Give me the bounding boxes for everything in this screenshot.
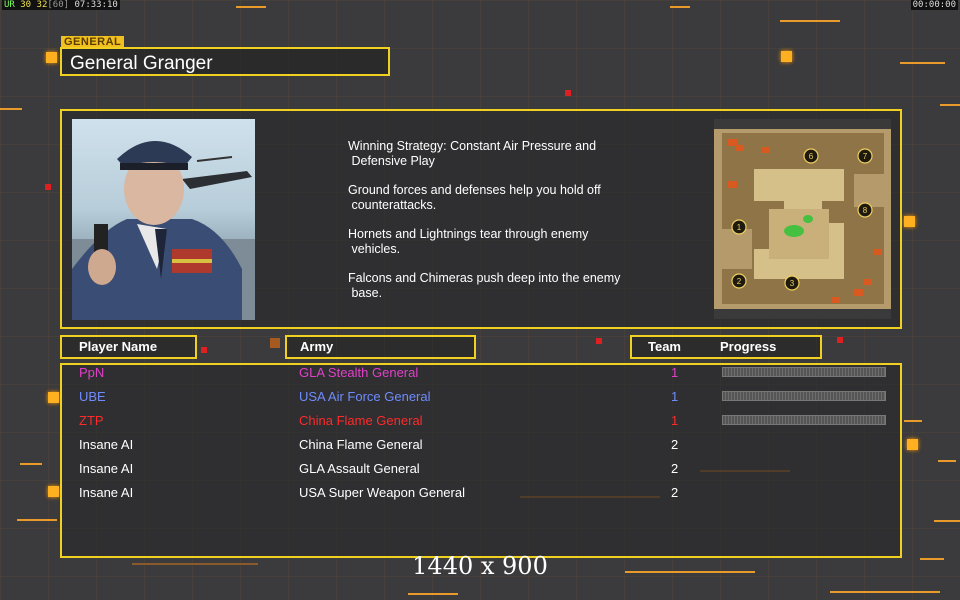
player-row: Insane AI GLA Assault General 2 <box>60 458 902 482</box>
column-header-team: Team <box>648 339 681 354</box>
deco-line <box>904 420 922 422</box>
column-header-team-progress: Team Progress <box>630 335 822 359</box>
player-army: USA Air Force General <box>299 389 431 404</box>
deco-square <box>201 347 207 353</box>
deco-square <box>270 338 280 348</box>
strategy-text: Winning Strategy: Constant Air Pressure … <box>348 139 638 315</box>
deco-line <box>17 519 57 521</box>
player-team: 2 <box>671 485 679 500</box>
start-slot-1: 1 <box>737 223 742 232</box>
loading-progress-bar <box>722 391 886 401</box>
deco-line <box>20 463 42 465</box>
deco-square <box>596 338 602 344</box>
deco-square <box>781 51 792 62</box>
player-name: Insane AI <box>79 485 134 500</box>
deco-line <box>940 104 960 106</box>
deco-square <box>48 392 59 403</box>
deco-line <box>408 593 458 595</box>
deco-line <box>934 520 960 522</box>
player-team: 2 <box>671 437 679 452</box>
start-slot-6: 6 <box>809 152 814 161</box>
deco-line <box>780 20 840 22</box>
deco-line <box>0 108 22 110</box>
deco-line <box>900 62 945 64</box>
resolution-label: 1440 x 900 <box>412 552 548 580</box>
player-name: ZTP <box>79 413 104 428</box>
player-row: Insane AI China Flame General 2 <box>60 434 902 458</box>
loading-progress-bar <box>722 415 886 425</box>
loading-progress-bar <box>722 367 886 377</box>
strategy-line: Falcons and Chimeras push deep into the … <box>348 271 621 300</box>
start-slot-2: 2 <box>737 277 742 286</box>
player-team: 1 <box>671 413 679 428</box>
deco-square <box>904 216 915 227</box>
deco-line <box>830 591 940 593</box>
deco-square <box>46 52 57 63</box>
debug-topbar: UR 30 32[60] 07:33:10 00:00:00 <box>0 0 960 10</box>
fps-readout: UR 30 32[60] 07:33:10 <box>2 0 120 10</box>
deco-square <box>45 184 51 190</box>
player-name: UBE <box>79 389 106 404</box>
player-team: 1 <box>671 365 679 380</box>
deco-square <box>837 337 843 343</box>
start-slot-8: 8 <box>863 206 868 215</box>
player-name: Insane AI <box>79 461 134 476</box>
strategy-line: Ground forces and defenses help you hold… <box>348 183 601 212</box>
player-team: 2 <box>671 461 679 476</box>
player-army: USA Super Weapon General <box>299 485 465 500</box>
general-portrait <box>72 119 255 320</box>
deco-line <box>938 460 956 462</box>
deco-square <box>907 439 918 450</box>
player-army: China Flame General <box>299 413 423 428</box>
player-row: Insane AI USA Super Weapon General 2 <box>60 482 902 506</box>
player-army: GLA Assault General <box>299 461 420 476</box>
player-army: China Flame General <box>299 437 423 452</box>
deco-square <box>48 486 59 497</box>
start-slot-3: 3 <box>790 279 795 288</box>
strategy-line: Winning Strategy: Constant Air Pressure … <box>348 139 597 168</box>
clock-readout: 00:00:00 <box>910 0 958 10</box>
general-name: General Granger <box>60 47 390 76</box>
minimap-image: 1 2 3 6 7 8 <box>714 119 891 319</box>
player-name: PpN <box>79 365 105 380</box>
column-header-army[interactable]: Army <box>285 335 476 359</box>
column-header-player[interactable]: Player Name <box>60 335 197 359</box>
player-team: 1 <box>671 389 679 404</box>
portrait-image <box>72 140 255 320</box>
deco-square <box>565 90 571 96</box>
strategy-line: Hornets and Lightnings tear through enem… <box>348 227 589 256</box>
column-header-progress: Progress <box>720 339 777 354</box>
player-army: GLA Stealth General <box>299 365 419 380</box>
start-slot-7: 7 <box>863 152 868 161</box>
minimap: 1 2 3 6 7 8 <box>714 119 891 319</box>
player-name: Insane AI <box>79 437 134 452</box>
